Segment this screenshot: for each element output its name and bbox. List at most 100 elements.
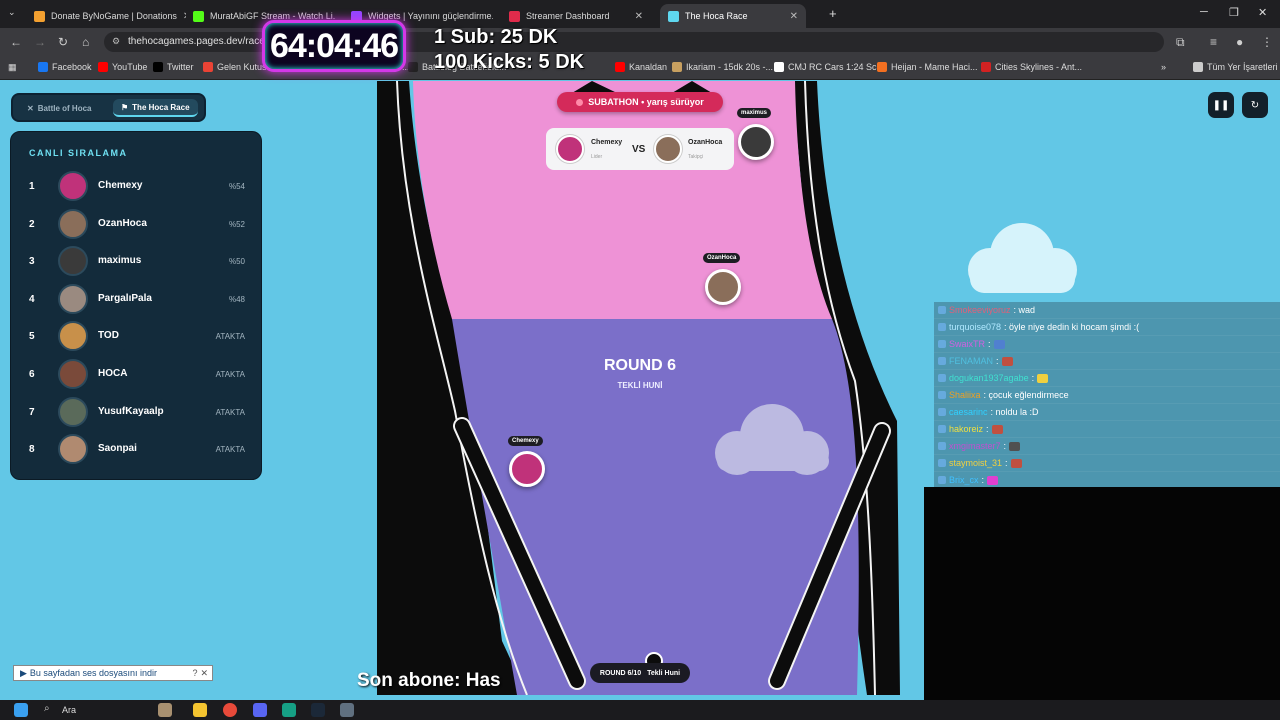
minimize-icon[interactable]: ─: [1200, 6, 1208, 18]
site-info-icon[interactable]: ⚙: [112, 36, 120, 47]
tab-0[interactable]: Donate ByNoGame | Donations✕: [26, 4, 186, 28]
pause-button[interactable]: ❚❚: [1208, 92, 1234, 118]
tab-4[interactable]: The Hoca Race ✕: [660, 4, 806, 28]
chrome-icon[interactable]: [223, 703, 237, 717]
discord-icon[interactable]: [253, 703, 267, 717]
bookmark-label: Tüm Yer İşaretleri: [1207, 62, 1278, 72]
reload-icon[interactable]: ↻: [58, 35, 68, 49]
tab-search-icon[interactable]: ⌄: [8, 7, 16, 18]
bookmark-7[interactable]: Ikariam - 15dk 20s -...: [672, 62, 773, 72]
bookmark-8[interactable]: CMJ RC Cars 1:24 Sc...: [774, 62, 884, 72]
bookmarks-overflow-icon[interactable]: »: [1161, 62, 1166, 72]
tab-close-icon[interactable]: ✕: [790, 11, 798, 22]
chat-username: SwaixTR: [949, 339, 986, 349]
badge-icon: [938, 340, 946, 348]
taskbar-search-input[interactable]: Ara: [62, 705, 76, 715]
chat-overlay: Smokeeviyoruz: wad turquoise078: öyle niy…: [934, 302, 1280, 489]
app-icon[interactable]: [282, 703, 296, 717]
round-counter: ROUND 6/10: [599, 669, 642, 677]
chat-text: :: [1003, 441, 1007, 451]
subathon-timer: 64:04:46: [262, 20, 406, 72]
tab-3[interactable]: Streamer Dashboard ✕: [501, 4, 651, 28]
mode-battle-of-hoca[interactable]: ✕ Battle of Hoca: [19, 99, 100, 117]
copilot-icon[interactable]: [158, 703, 172, 717]
chat-text: : wad: [1013, 305, 1036, 315]
bookmark-0[interactable]: Facebook: [38, 62, 92, 72]
bookmark-favicon-icon: [877, 62, 887, 72]
close-icon: ✕: [27, 103, 34, 113]
avatar: [58, 246, 88, 277]
leader-role: Lider: [591, 154, 603, 160]
badge-icon: [938, 374, 946, 382]
avatar: [58, 321, 88, 352]
bookmark-favicon-icon: [203, 62, 213, 72]
bookmark-9[interactable]: Heijan - Mame Haci...: [877, 62, 978, 72]
bookmark-label: Kanaldan: [629, 62, 668, 72]
chat-message: dogukan1937agabe:: [934, 370, 1280, 387]
mode-the-hoca-race[interactable]: ⚑ The Hoca Race: [113, 99, 198, 117]
maximize-icon[interactable]: ❐: [1229, 6, 1239, 19]
player-name: YusufKayaalp: [98, 405, 164, 417]
bookmark-label: Ikariam - 15dk 20s -...: [686, 62, 774, 72]
follower-name: OzanHoca: [688, 139, 723, 146]
chat-username: staymoist_31: [949, 458, 1003, 468]
bookmark-label: Cities Skylines - Ant...: [995, 62, 1083, 72]
mode-label: The Hoca Race: [132, 102, 190, 112]
new-tab-icon[interactable]: +: [829, 6, 837, 21]
calculator-icon[interactable]: [340, 703, 354, 717]
menu-kebab-icon[interactable]: ⋮: [1261, 35, 1273, 49]
search-icon[interactable]: ⌕: [44, 703, 50, 714]
rank-number: 4: [29, 293, 35, 305]
emote-icon: [1001, 356, 1013, 366]
bookmark-label: Twitter: [167, 62, 194, 72]
sound-download-bar[interactable]: ▶ Bu sayfadan ses dosyasını indir ? ✕: [13, 665, 213, 681]
player-status: ATAKTA: [215, 407, 245, 417]
chat-text: :: [981, 475, 985, 485]
bookmark-10[interactable]: Cities Skylines - Ant...: [981, 62, 1082, 72]
bookmark-1[interactable]: YouTube: [98, 62, 147, 72]
restart-button[interactable]: ↻: [1242, 92, 1268, 118]
racer-ball-chemexy: [509, 451, 545, 487]
windows-start-icon[interactable]: [14, 703, 28, 717]
bookmark-favicon-icon: [38, 62, 48, 72]
bookmark-6[interactable]: Kanaldan: [615, 62, 667, 72]
leaderboard-row: 5 TOD ATAKTA: [11, 319, 263, 355]
sound-download-label: Bu sayfadan ses dosyasını indir: [29, 668, 157, 678]
file-explorer-icon[interactable]: [193, 703, 207, 717]
badge-icon: [938, 306, 946, 314]
rank-number: 1: [29, 181, 35, 192]
chat-message: hakoreiz:: [934, 421, 1280, 438]
badge-icon: [938, 459, 946, 467]
help-icon[interactable]: ?: [192, 668, 197, 678]
player-status: %50: [228, 257, 245, 267]
close-window-icon[interactable]: ✕: [1258, 6, 1267, 19]
chat-username: Brix_cx: [949, 475, 979, 485]
chat-message: caesarinc: noldu la :D: [934, 404, 1280, 421]
chat-username: turquoise078: [949, 322, 1002, 332]
back-icon[interactable]: ←: [10, 35, 22, 49]
bookmark-2[interactable]: Twitter: [153, 62, 194, 72]
badge-icon: [938, 476, 946, 484]
extensions-icon[interactable]: ⧉: [1176, 35, 1185, 50]
media-control-icon[interactable]: ≡: [1210, 35, 1217, 49]
subathon-status-pill: SUBATHON • yarış sürüyor: [557, 92, 723, 112]
camera-placeholder: [924, 487, 1280, 720]
profile-icon[interactable]: ●: [1236, 35, 1243, 49]
chat-text: :: [996, 356, 999, 366]
chat-text: :: [988, 339, 991, 349]
tab-close-icon[interactable]: ✕: [635, 11, 643, 22]
round-mode: Tekli Huni: [647, 669, 681, 677]
apps-grid-icon[interactable]: ▦: [8, 62, 17, 73]
forward-icon[interactable]: →: [34, 35, 46, 49]
rank-number: 3: [29, 256, 35, 268]
emote-icon: [1037, 373, 1049, 383]
live-leaderboard: CANLI SIRALAMA 1 Chemexy %54 2 OzanHoca %52 3 m…: [10, 131, 262, 480]
url-text[interactable]: thehocagames.pages.dev/race: [128, 36, 265, 47]
close-icon[interactable]: ✕: [200, 668, 212, 679]
home-icon[interactable]: ⌂: [82, 35, 89, 49]
steam-icon[interactable]: [311, 703, 325, 717]
racer-label-chemexy: Chemexy: [508, 436, 543, 446]
play-icon: ▶: [20, 667, 27, 678]
bookmark-11[interactable]: Tüm Yer İşaretleri: [1193, 62, 1278, 72]
flag-icon: ⚑: [121, 102, 129, 112]
